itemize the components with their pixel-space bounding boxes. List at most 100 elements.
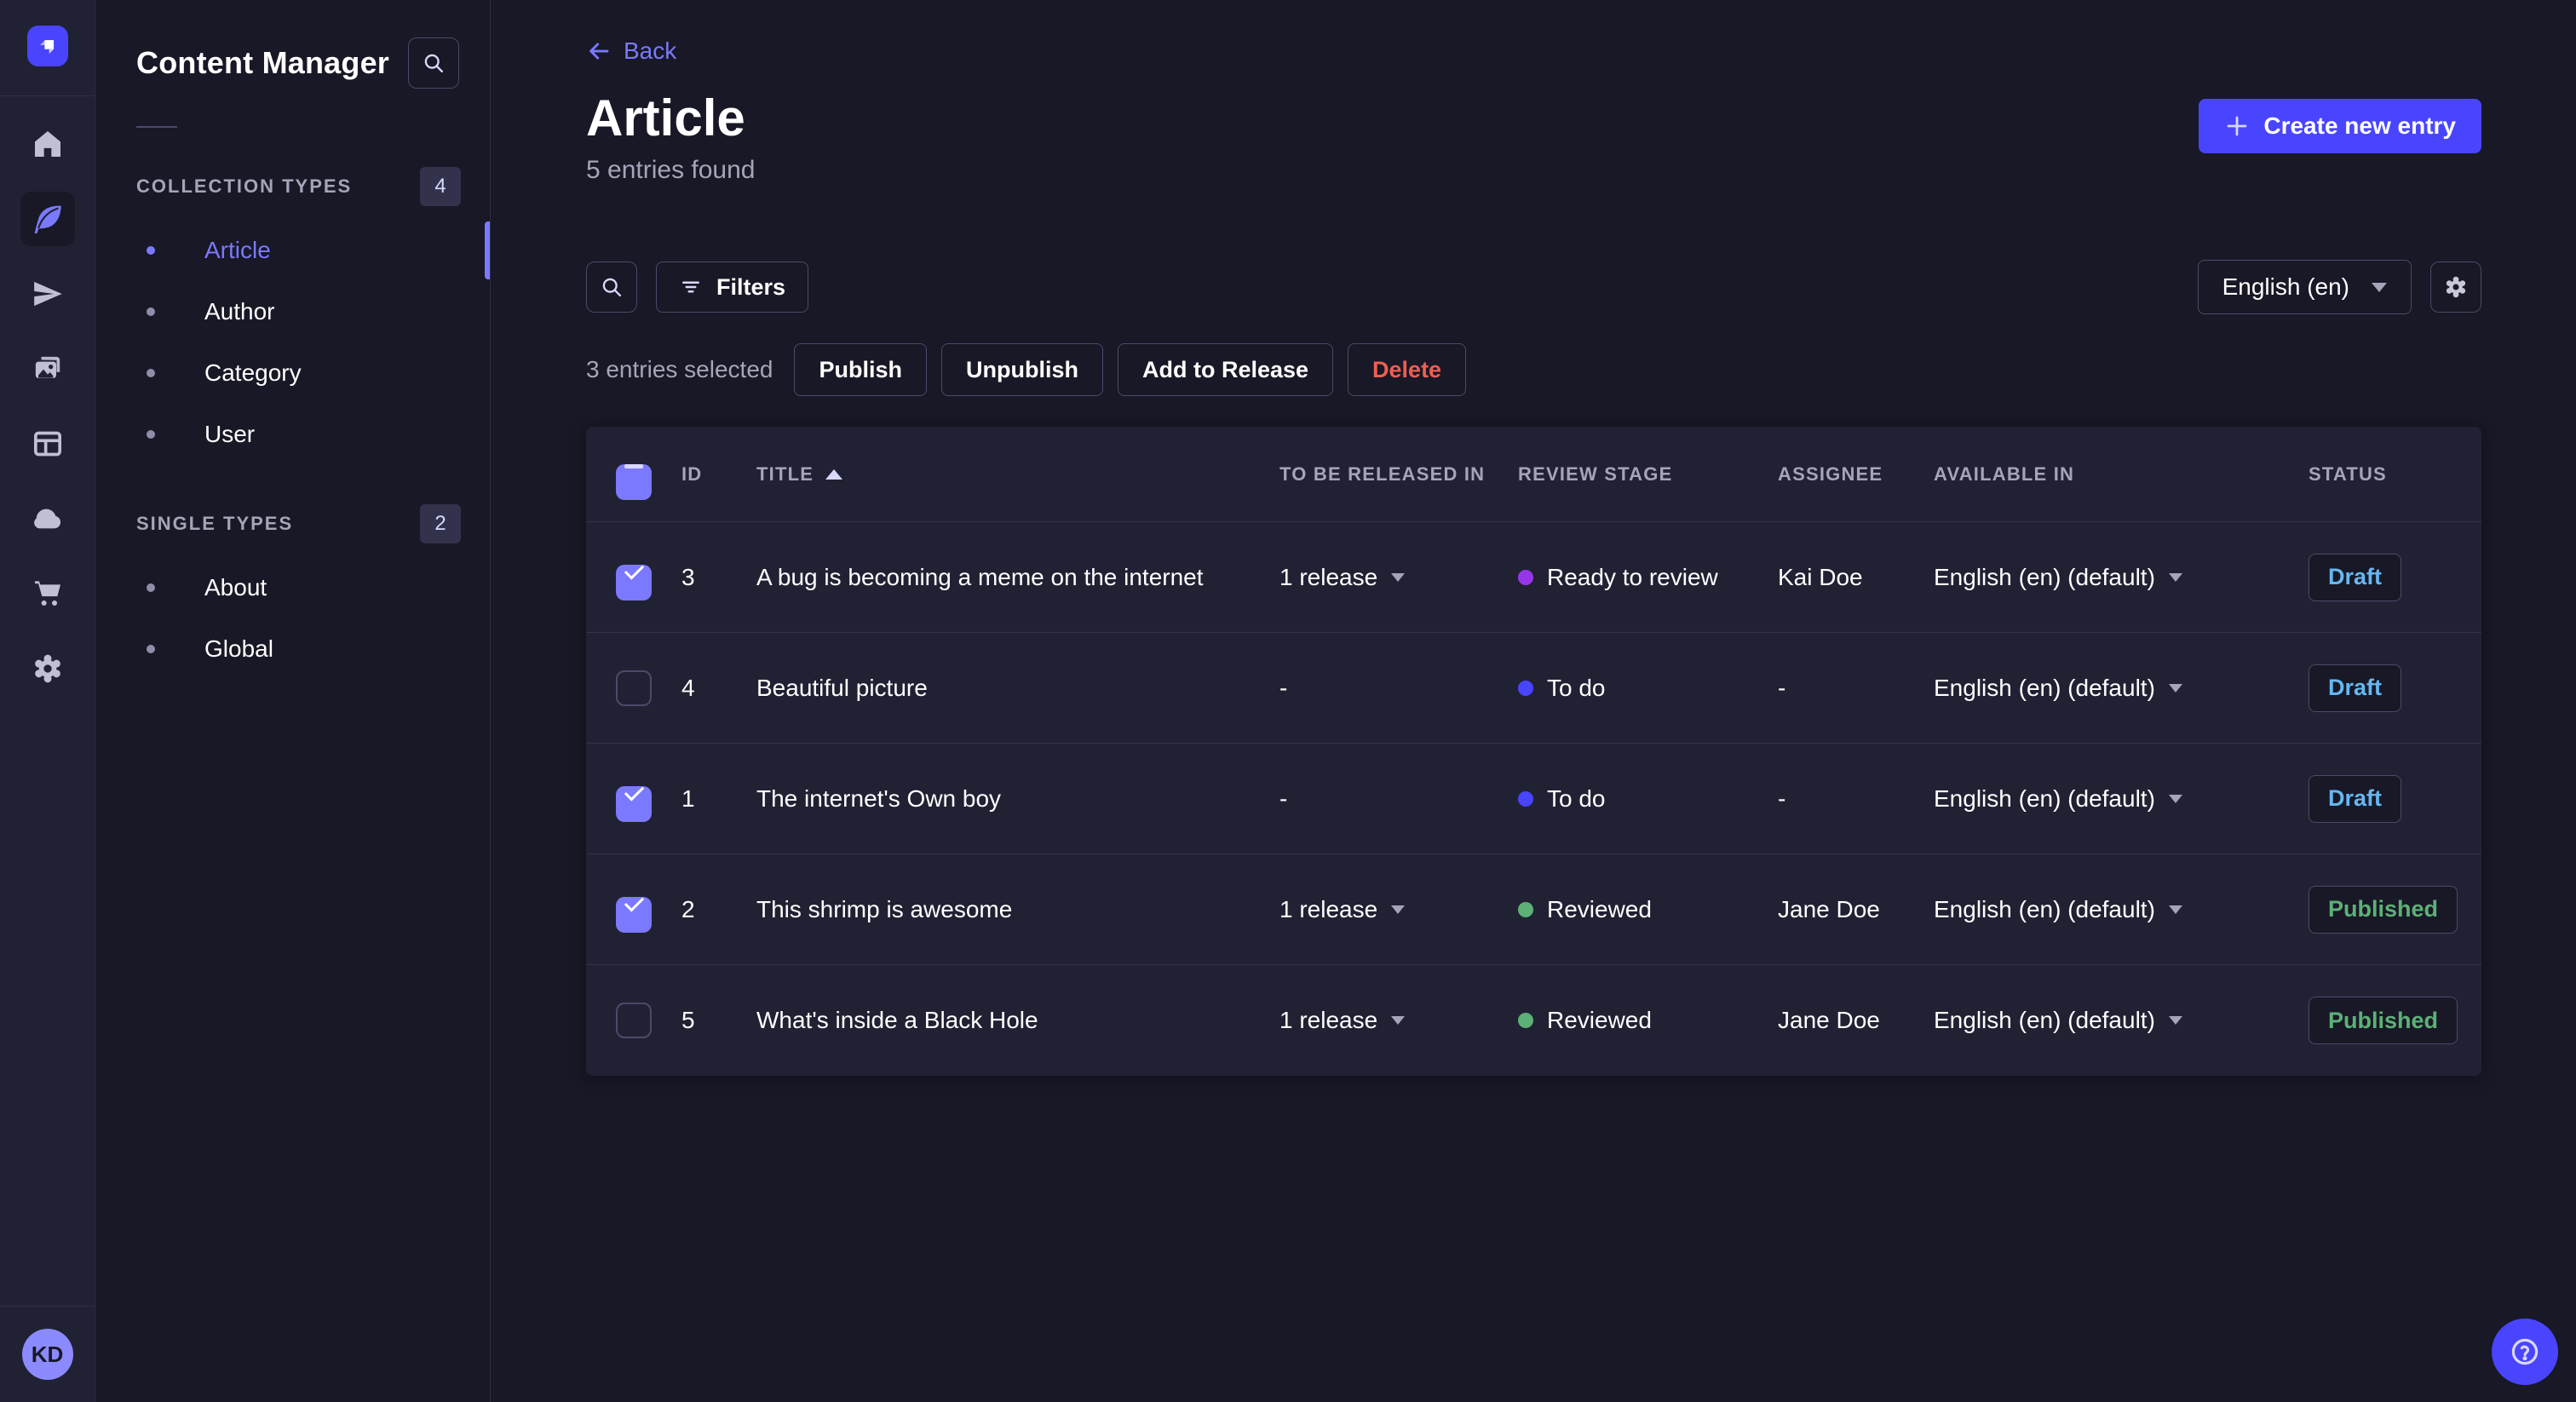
nav-home[interactable]: [20, 117, 75, 171]
collection-types-list: Article Author Category User: [95, 220, 490, 465]
nav-media-library[interactable]: [20, 342, 75, 396]
cell-locale[interactable]: English (en) (default): [1934, 896, 2309, 923]
sort-asc-icon: [825, 468, 843, 480]
cell-review-stage: Ready to review: [1518, 564, 1778, 591]
column-release: TO BE RELEASED IN: [1279, 463, 1486, 485]
cell-release[interactable]: 1 release: [1279, 564, 1518, 591]
single-types-count: 2: [420, 504, 461, 543]
bullet-icon: [147, 246, 155, 255]
sidebar-rule: [136, 126, 177, 128]
filters-button[interactable]: Filters: [656, 261, 809, 313]
chevron-down-icon: [2168, 1016, 2182, 1025]
stage-dot-icon: [1518, 901, 1533, 917]
content-manager-sidebar: Content Manager COLLECTION TYPES 4 Artic…: [95, 0, 491, 1402]
cell-locale[interactable]: English (en) (default): [1934, 564, 2309, 591]
cell-locale[interactable]: English (en) (default): [1934, 675, 2309, 702]
cell-release: -: [1279, 784, 1288, 812]
bullet-icon: [147, 583, 155, 592]
page-title: Article: [586, 89, 745, 147]
plus-icon: [2224, 113, 2250, 139]
release-value: 1 release: [1279, 895, 1378, 922]
status-badge: Draft: [2309, 774, 2402, 823]
chevron-down-icon: [2168, 794, 2182, 803]
chevron-down-icon: [2168, 905, 2182, 914]
column-assignee: ASSIGNEE: [1778, 463, 1883, 485]
cloud-icon: [30, 501, 66, 537]
column-title[interactable]: TITLE: [756, 463, 1279, 486]
strapi-logo-icon: [39, 40, 54, 55]
table-row[interactable]: 3 A bug is becoming a meme on the intern…: [586, 522, 2481, 633]
sidebar-search-button[interactable]: [408, 37, 459, 89]
add-to-release-button[interactable]: Add to Release: [1117, 343, 1334, 396]
nav-settings[interactable]: [20, 641, 75, 696]
stage-dot-icon: [1518, 569, 1533, 585]
table-row[interactable]: 1 The internet's Own boy - To do - Engli…: [586, 744, 2481, 854]
sidebar-item-user[interactable]: User: [95, 404, 490, 465]
search-icon: [600, 275, 624, 299]
rail-divider: [0, 95, 95, 96]
back-link[interactable]: Back: [586, 37, 676, 65]
strapi-logo[interactable]: [26, 26, 68, 66]
status-badge: Published: [2309, 997, 2458, 1044]
create-new-entry-button[interactable]: Create new entry: [2199, 99, 2481, 153]
cell-locale[interactable]: English (en) (default): [1934, 1007, 2309, 1034]
cell-id: 5: [681, 1007, 695, 1033]
single-types-list: About Global: [95, 557, 490, 680]
nav-cloud[interactable]: [20, 491, 75, 546]
table-row[interactable]: 5 What's inside a Black Hole 1 release R…: [586, 965, 2481, 1076]
locale-select[interactable]: English (en): [2197, 260, 2412, 314]
stage-value: Ready to review: [1547, 563, 1718, 590]
media-icon: [31, 352, 65, 386]
search-icon: [422, 51, 446, 75]
locale-value: English (en) (default): [1934, 895, 2155, 922]
delete-button[interactable]: Delete: [1348, 343, 1467, 396]
arrow-left-icon: [586, 38, 612, 64]
row-checkbox[interactable]: [616, 669, 652, 706]
bullet-icon: [147, 645, 155, 653]
table-row[interactable]: 2 This shrimp is awesome 1 release Revie…: [586, 854, 2481, 965]
select-all-checkbox[interactable]: [616, 463, 652, 500]
help-button[interactable]: [2492, 1319, 2558, 1385]
table-search-button[interactable]: [586, 261, 637, 313]
gear-icon: [2443, 274, 2469, 300]
chevron-down-icon: [1391, 572, 1406, 582]
nav-content-manager[interactable]: [20, 192, 75, 246]
cell-assignee: Jane Doe: [1778, 895, 1880, 922]
back-label: Back: [624, 37, 677, 64]
cell-assignee: Jane Doe: [1778, 1007, 1880, 1033]
collection-types-count: 4: [420, 167, 461, 206]
user-avatar[interactable]: KD: [21, 1329, 73, 1380]
status-badge: Draft: [2309, 553, 2402, 601]
cell-review-stage: Reviewed: [1518, 896, 1778, 923]
cell-locale[interactable]: English (en) (default): [1934, 785, 2309, 813]
status-badge: Draft: [2309, 664, 2402, 712]
unpublish-button[interactable]: Unpublish: [940, 343, 1103, 396]
table-row[interactable]: 4 Beautiful picture - To do - English (e…: [586, 633, 2481, 744]
toolbar: Filters English (en): [586, 260, 2481, 314]
sidebar-item-article[interactable]: Article: [95, 220, 490, 281]
cell-release[interactable]: 1 release: [1279, 1007, 1518, 1034]
nav-content-type-builder[interactable]: [20, 417, 75, 471]
publish-button[interactable]: Publish: [794, 343, 927, 396]
bullet-icon: [147, 430, 155, 439]
stage-dot-icon: [1518, 680, 1533, 696]
status-badge: Published: [2309, 885, 2458, 934]
row-checkbox[interactable]: [616, 1003, 652, 1038]
home-icon: [31, 127, 65, 161]
locale-value: English (en): [2222, 273, 2349, 300]
sidebar-item-global[interactable]: Global: [95, 618, 490, 680]
chevron-down-icon: [1391, 905, 1406, 914]
sidebar-item-about[interactable]: About: [95, 557, 490, 618]
row-checkbox[interactable]: [616, 785, 652, 822]
view-settings-button[interactable]: [2430, 261, 2481, 313]
selection-summary: 3 entries selected: [586, 356, 773, 382]
nav-releases[interactable]: [20, 267, 75, 321]
sidebar-item-category[interactable]: Category: [95, 342, 490, 404]
row-checkbox[interactable]: [616, 896, 652, 933]
chevron-down-icon: [1391, 1016, 1406, 1025]
cell-id: 1: [681, 784, 695, 812]
sidebar-item-author[interactable]: Author: [95, 281, 490, 342]
row-checkbox[interactable]: [616, 564, 652, 600]
nav-marketplace[interactable]: [20, 566, 75, 621]
cell-release[interactable]: 1 release: [1279, 896, 1518, 923]
